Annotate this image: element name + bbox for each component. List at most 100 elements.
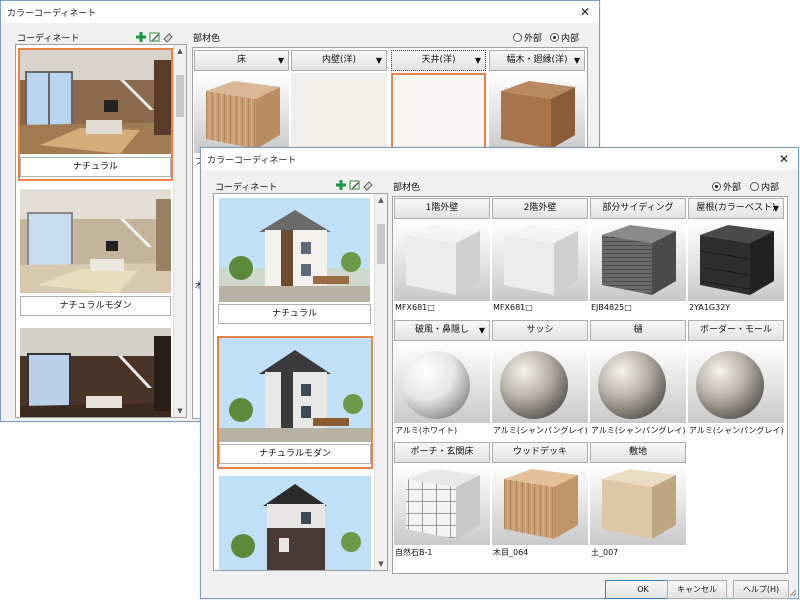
back-window-title: カラーコーディネート [7,9,97,19]
front-window-title: カラーコーディネート [207,156,297,166]
front-1f-wall-swatch[interactable] [394,221,490,301]
back-scroll-down-icon[interactable]: ▼ [174,405,186,417]
cancel-button[interactable]: キャンセル [667,580,727,599]
front-porch-swatch[interactable] [394,465,490,545]
resize-grip-icon[interactable] [787,587,797,597]
front-header-sash-text: サッシ [526,325,554,335]
front-scroll-down-icon[interactable]: ▼ [375,558,387,570]
back-header-floor[interactable]: 床 ▼ [194,50,289,71]
front-window: カラーコーディネート ✕ コーディネート ナチュラル ナチュラルモダン ▲ ▼ … [200,147,799,599]
back-radio-exterior-dot[interactable] [513,33,522,42]
front-site-swatch[interactable] [590,465,686,545]
front-roof-dropdown-icon[interactable]: ▼ [773,199,779,218]
back-wall-swatch[interactable] [291,73,387,153]
front-house-thumb-3[interactable] [219,476,371,571]
front-header-border-molding[interactable]: ボーダー・モール [688,320,784,341]
front-header-fascia-text: 破風・鼻隠し [414,325,469,335]
front-parts-label: 部材色 [393,183,421,193]
front-header-gutter[interactable]: 樋 [590,320,686,341]
front-coordinate-list[interactable]: ナチュラル ナチュラルモダン ▲ ▼ [213,193,388,571]
back-coordinate-label: コーディネート [17,34,80,44]
front-header-wood-deck[interactable]: ウッドデッキ [492,442,588,463]
front-radio-exterior[interactable]: 外部 [712,180,741,193]
front-sash-swatch[interactable] [492,343,588,423]
back-radio-exterior-text: 外部 [524,34,543,44]
front-house-thumb-1[interactable] [219,198,370,302]
front-porch-code: 自然石B-1 [395,548,433,557]
back-header-baseboard-text: 幅木・廻縁(洋) [506,55,568,65]
front-header-sash[interactable]: サッシ [492,320,588,341]
front-scroll-up-icon[interactable]: ▲ [375,194,387,206]
back-interior-thumb-1[interactable] [20,50,171,154]
front-close-icon[interactable]: ✕ [776,151,792,167]
front-edit-icon[interactable] [349,179,361,191]
back-list-scrollbar[interactable]: ▲ ▼ [173,45,186,417]
front-house-thumb-2[interactable] [219,338,371,442]
front-2f-wall-swatch[interactable] [492,221,588,301]
front-fascia-dropdown-icon[interactable]: ▼ [479,321,485,340]
front-header-porch-text: ポーチ・玄関床 [410,447,474,457]
back-header-interior-wall-text: 内壁(洋) [321,55,357,65]
front-fascia-swatch[interactable] [394,343,490,423]
front-radio-exterior-dot[interactable] [712,182,721,191]
back-floor-dropdown-icon[interactable]: ▼ [278,51,284,70]
back-baseboard-swatch[interactable] [489,73,585,153]
front-2f-wall-code: MFX681□ [493,303,533,312]
front-header-1f-wall[interactable]: 1階外壁 [394,198,490,219]
front-radio-interior-dot[interactable] [750,182,759,191]
front-window-titlebar[interactable]: カラーコーディネート ✕ [201,148,798,170]
front-wood-deck-code: 木目_064 [493,548,529,557]
front-coordinate-label-2[interactable]: ナチュラルモダン [219,444,371,464]
back-wall-dropdown-icon[interactable]: ▼ [376,51,382,70]
back-coordinate-label-2[interactable]: ナチュラルモダン [20,296,171,316]
front-gutter-swatch[interactable] [590,343,686,423]
front-header-roof[interactable]: 屋根(カラーベスト) ▼ [688,198,784,219]
front-radio-interior[interactable]: 内部 [750,180,779,193]
back-edit-icon[interactable] [149,31,161,43]
back-eraser-icon[interactable] [162,31,174,43]
front-header-partial-siding[interactable]: 部分サイディング [590,198,686,219]
front-roof-code: 2YA1G32Y [689,303,731,312]
back-radio-exterior[interactable]: 外部 [513,31,542,44]
back-radio-interior[interactable]: 内部 [550,31,579,44]
back-header-baseboard[interactable]: 幅木・廻縁(洋) ▼ [489,50,585,71]
front-header-1f-wall-text: 1階外壁 [425,203,459,213]
front-eraser-icon[interactable] [362,179,374,191]
front-header-2f-wall[interactable]: 2階外壁 [492,198,588,219]
back-close-icon[interactable]: ✕ [577,4,593,20]
back-scroll-thumb[interactable] [176,75,184,117]
back-interior-thumb-2[interactable] [20,189,171,293]
back-floor-swatch[interactable] [194,73,289,153]
front-header-fascia[interactable]: 破風・鼻隠し ▼ [394,320,490,341]
front-roof-swatch[interactable] [688,221,784,301]
front-border-molding-swatch[interactable] [688,343,784,423]
front-scroll-thumb[interactable] [377,224,385,264]
front-add-icon[interactable] [335,179,347,191]
back-header-ceiling[interactable]: 天井(洋) ▼ [391,50,486,71]
back-header-interior-wall[interactable]: 内壁(洋) ▼ [291,50,387,71]
front-wood-deck-swatch[interactable] [492,465,588,545]
front-coordinate-label-1[interactable]: ナチュラル [218,304,371,324]
back-interior-thumb-3[interactable] [20,328,171,418]
back-coordinate-list[interactable]: ナチュラル ナチュラルモダン ▲ ▼ [15,44,187,418]
back-coordinate-label-1[interactable]: ナチュラル [20,157,171,177]
back-ceiling-dropdown-icon[interactable]: ▼ [475,51,481,70]
front-radio-exterior-text: 外部 [723,183,742,193]
front-list-scrollbar[interactable]: ▲ ▼ [374,194,387,570]
front-border-molding-code: アルミ(シャンパングレイ) [689,426,784,435]
front-header-site[interactable]: 敷地 [590,442,686,463]
back-window-titlebar[interactable]: カラーコーディネート ✕ [1,1,599,23]
back-radio-interior-dot[interactable] [550,33,559,42]
back-ceiling-swatch[interactable] [391,73,486,153]
back-baseboard-dropdown-icon[interactable]: ▼ [574,51,580,70]
front-header-gutter-text: 樋 [633,325,643,335]
front-header-wood-deck-text: ウッドデッキ [512,447,567,457]
back-scroll-up-icon[interactable]: ▲ [174,45,186,57]
help-button[interactable]: ヘルプ(H) [733,580,789,599]
front-header-border-molding-text: ボーダー・モール [699,325,772,335]
back-add-icon[interactable] [135,31,147,43]
front-header-partial-siding-text: 部分サイディング [602,203,674,213]
front-header-roof-text: 屋根(カラーベスト) [696,203,776,213]
front-header-porch[interactable]: ポーチ・玄関床 [394,442,490,463]
front-partial-siding-swatch[interactable] [590,221,686,301]
